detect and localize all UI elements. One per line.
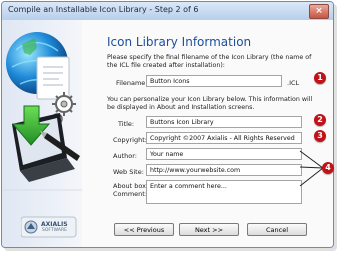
callout-badge-4: 4: [322, 162, 334, 174]
callout-badge-1: 1: [314, 72, 326, 84]
callout-badge-3: 3: [314, 130, 326, 142]
callout-badge-2: 2: [314, 114, 326, 126]
callout-lines: [299, 150, 324, 187]
